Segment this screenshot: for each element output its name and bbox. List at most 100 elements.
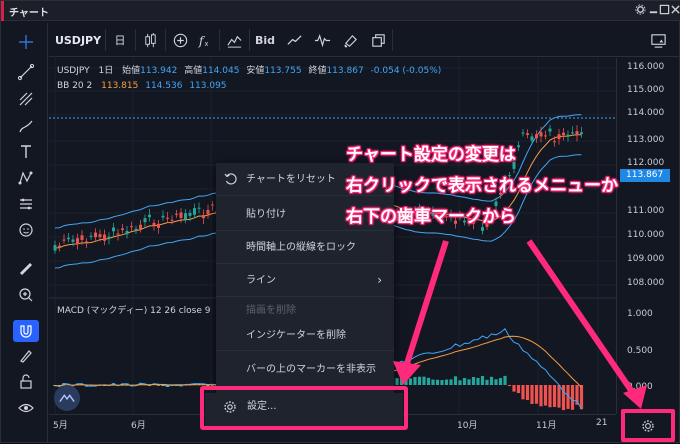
add-compare-icon[interactable] bbox=[167, 28, 193, 52]
interval-button[interactable]: 日 bbox=[107, 28, 133, 52]
maximize-icon[interactable] bbox=[659, 4, 670, 15]
menu-item-hide-markers[interactable]: バーの上のマーカーを非表示 bbox=[216, 355, 394, 385]
macd-bar bbox=[570, 385, 575, 410]
candle-body bbox=[58, 245, 61, 248]
macd-bar bbox=[399, 377, 404, 385]
candle-body bbox=[184, 213, 187, 220]
legend-low: 113.755 bbox=[264, 66, 302, 76]
candle-body bbox=[67, 237, 70, 240]
annotation-line-1: チャート設定の変更は bbox=[346, 145, 516, 165]
toolbar-divider bbox=[135, 29, 136, 51]
candle-body bbox=[125, 230, 129, 235]
fib-tool-icon[interactable] bbox=[13, 88, 39, 110]
ruler-icon[interactable] bbox=[13, 258, 39, 280]
trend-line-icon[interactable] bbox=[13, 61, 39, 83]
text-tool-icon[interactable] bbox=[13, 141, 39, 163]
candlestick-icon[interactable] bbox=[137, 28, 163, 52]
price-tick: 113.000 bbox=[627, 135, 665, 145]
measure-tool-icon[interactable] bbox=[13, 193, 39, 215]
macd-bar bbox=[467, 379, 471, 385]
magnet-icon[interactable] bbox=[13, 320, 39, 342]
macd-bar bbox=[408, 378, 413, 385]
candle-body bbox=[575, 131, 579, 136]
macd-bar bbox=[480, 375, 485, 385]
crosshair-icon[interactable] bbox=[13, 31, 39, 53]
paint-icon[interactable] bbox=[337, 28, 363, 52]
candle-body bbox=[539, 132, 543, 137]
legend-open: 113.942 bbox=[140, 66, 178, 76]
brush-icon[interactable] bbox=[13, 115, 39, 137]
minimize-icon[interactable] bbox=[648, 4, 659, 15]
menu-item-label: インジケーターを削除 bbox=[246, 330, 346, 341]
bb-legend: BB 20 2 113.815 114.536 113.095 bbox=[57, 81, 227, 91]
wave-icon[interactable] bbox=[54, 385, 80, 411]
lock-icon[interactable] bbox=[13, 371, 39, 393]
macd-bar bbox=[431, 379, 435, 385]
price-tick: 109.000 bbox=[627, 254, 665, 264]
macd-bar bbox=[579, 385, 584, 410]
macd-bar bbox=[489, 376, 494, 385]
candle-body bbox=[166, 217, 169, 219]
pattern-tool-icon[interactable] bbox=[13, 167, 39, 189]
macd-bar bbox=[543, 385, 548, 406]
candle-body bbox=[143, 218, 147, 223]
candle-body bbox=[521, 132, 525, 134]
bid-button[interactable]: Bid bbox=[252, 28, 278, 52]
menu-item-label: 時間軸上の縦線をロック bbox=[246, 242, 356, 253]
candle-body bbox=[526, 133, 529, 135]
candle-body bbox=[202, 214, 205, 219]
symbol-button[interactable]: USDJPY bbox=[55, 28, 101, 52]
stay-drawing-icon[interactable] bbox=[13, 345, 39, 367]
candle-body bbox=[211, 204, 214, 206]
macd-bar bbox=[485, 379, 489, 385]
candle-body bbox=[71, 239, 75, 242]
candle-body bbox=[544, 135, 547, 137]
context-menu: チャートをリセット 貼り付け 時間軸上の縦線をロック ライン › 描画を削除 イ… bbox=[216, 163, 394, 395]
menu-item-remove-indicators[interactable]: インジケーターを削除 bbox=[216, 321, 394, 351]
candle-body bbox=[139, 224, 142, 229]
line-chart-icon[interactable] bbox=[281, 28, 307, 52]
legend-high: 114.045 bbox=[202, 66, 240, 76]
candle-body bbox=[112, 227, 115, 232]
macd-tick: 0.500 bbox=[627, 346, 653, 356]
candle-body bbox=[530, 136, 534, 141]
menu-item-line[interactable]: ライン › bbox=[216, 264, 394, 297]
eye-icon[interactable] bbox=[13, 397, 39, 419]
toolbar-divider bbox=[249, 29, 250, 51]
macd-bar bbox=[426, 377, 431, 385]
menu-item-label: チャートをリセット bbox=[246, 174, 336, 185]
candle-body bbox=[517, 145, 520, 148]
settings-highlight-box bbox=[200, 386, 408, 430]
menu-item-lock-vertical-line[interactable]: 時間軸上の縦線をロック bbox=[216, 231, 394, 264]
candle-body bbox=[152, 222, 156, 226]
reset-icon bbox=[224, 173, 237, 185]
candle-body bbox=[62, 239, 66, 241]
candle-body bbox=[553, 141, 556, 143]
price-axis[interactable]: 116.000 115.000 114.000 113.867 113.000 … bbox=[616, 58, 679, 414]
candle-body bbox=[206, 209, 210, 215]
annotation-line-3: 右下の歯車マークから bbox=[346, 207, 516, 227]
emoji-icon[interactable] bbox=[13, 219, 39, 241]
legend-change: -0.054 (-0.05%) bbox=[370, 66, 442, 76]
title-bar: チャート bbox=[1, 1, 680, 21]
template-icon[interactable] bbox=[645, 28, 671, 52]
close-icon[interactable] bbox=[670, 4, 680, 15]
toolbar-divider bbox=[392, 29, 393, 51]
legend-low-label: 安値 bbox=[246, 66, 265, 76]
candle-body bbox=[170, 219, 174, 221]
candle-body bbox=[197, 207, 201, 209]
candle-body bbox=[107, 236, 111, 239]
macd-bar bbox=[507, 385, 512, 386]
candle-body bbox=[562, 132, 565, 136]
window-settings-icon[interactable] bbox=[635, 4, 646, 15]
oscillator-icon[interactable] bbox=[309, 28, 335, 52]
chart-type-icon[interactable] bbox=[221, 28, 247, 52]
svg-text:x: x bbox=[204, 40, 208, 48]
macd-bar bbox=[561, 385, 566, 411]
candle-body bbox=[148, 214, 151, 218]
zoom-in-icon[interactable] bbox=[13, 284, 39, 306]
indicator-fx-icon[interactable]: fx bbox=[191, 28, 217, 52]
layers-icon[interactable] bbox=[365, 28, 391, 52]
gear-highlight-box bbox=[621, 409, 675, 442]
candle-body bbox=[481, 227, 484, 231]
